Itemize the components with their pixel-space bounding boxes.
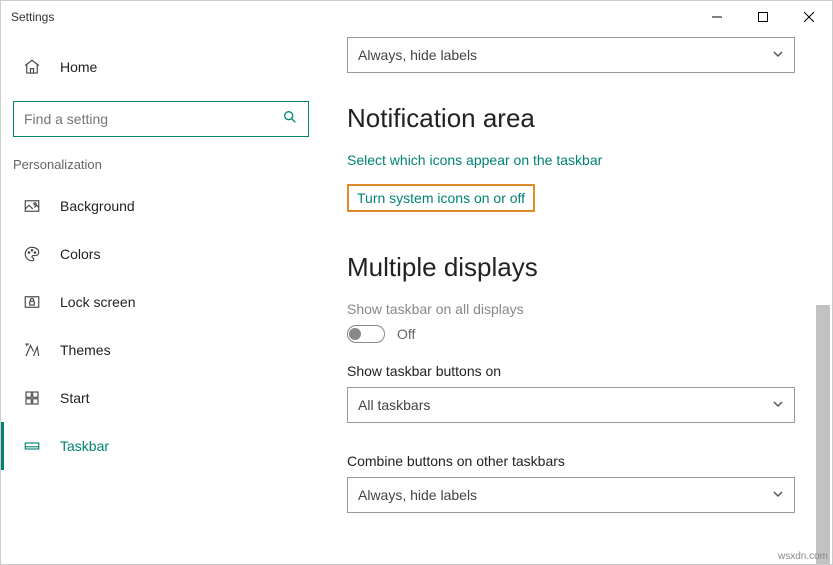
multiple-displays-heading: Multiple displays <box>347 252 812 283</box>
combine-other-dropdown[interactable]: Always, hide labels <box>347 477 795 513</box>
sidebar-item-colors[interactable]: Colors <box>1 230 321 278</box>
sidebar-item-background[interactable]: Background <box>1 182 321 230</box>
show-buttons-dropdown[interactable]: All taskbars <box>347 387 795 423</box>
sidebar-item-label: Themes <box>60 342 111 358</box>
sidebar-item-label: Lock screen <box>60 294 135 310</box>
home-nav[interactable]: Home <box>1 43 321 91</box>
turn-system-icons-link[interactable]: Turn system icons on or off <box>347 184 535 212</box>
maximize-button[interactable] <box>740 1 786 33</box>
picture-icon <box>22 196 42 216</box>
search-input[interactable] <box>13 101 309 137</box>
sidebar-item-taskbar[interactable]: Taskbar <box>1 422 321 470</box>
sidebar-item-label: Start <box>60 390 90 406</box>
dropdown-value: Always, hide labels <box>358 487 477 503</box>
sidebar-item-label: Colors <box>60 246 100 262</box>
show-buttons-label: Show taskbar buttons on <box>347 363 812 379</box>
titlebar: Settings <box>1 1 832 33</box>
themes-icon <box>22 340 42 360</box>
watermark: wsxdn.com <box>778 551 828 562</box>
close-button[interactable] <box>786 1 832 33</box>
select-icons-link[interactable]: Select which icons appear on the taskbar <box>347 152 602 168</box>
dropdown-value: Always, hide labels <box>358 47 477 63</box>
window-title: Settings <box>11 10 54 24</box>
chevron-down-icon <box>772 397 784 413</box>
lock-screen-icon <box>22 292 42 312</box>
home-icon <box>22 57 42 77</box>
sidebar-item-themes[interactable]: Themes <box>1 326 321 374</box>
sidebar: Home Personalization Background Colors L… <box>1 33 321 564</box>
show-taskbar-all-toggle[interactable] <box>347 325 385 343</box>
content-pane: Always, hide labels Notification area Se… <box>321 33 832 564</box>
combine-other-label: Combine buttons on other taskbars <box>347 453 812 469</box>
sidebar-item-label: Background <box>60 198 135 214</box>
start-icon <box>22 388 42 408</box>
combine-top-dropdown[interactable]: Always, hide labels <box>347 37 795 73</box>
minimize-button[interactable] <box>694 1 740 33</box>
search-icon <box>282 109 298 130</box>
scrollbar-thumb[interactable] <box>816 305 830 564</box>
show-taskbar-all-label: Show taskbar on all displays <box>347 301 812 317</box>
chevron-down-icon <box>772 487 784 503</box>
toggle-state-label: Off <box>397 326 415 342</box>
home-label: Home <box>60 59 97 75</box>
sidebar-item-label: Taskbar <box>60 438 109 454</box>
sidebar-item-lockscreen[interactable]: Lock screen <box>1 278 321 326</box>
dropdown-value: All taskbars <box>358 397 430 413</box>
palette-icon <box>22 244 42 264</box>
section-label: Personalization <box>1 151 321 182</box>
window-controls <box>694 1 832 33</box>
search-field[interactable] <box>24 111 282 127</box>
sidebar-item-start[interactable]: Start <box>1 374 321 422</box>
chevron-down-icon <box>772 47 784 63</box>
taskbar-icon <box>22 436 42 456</box>
notification-area-heading: Notification area <box>347 103 812 134</box>
